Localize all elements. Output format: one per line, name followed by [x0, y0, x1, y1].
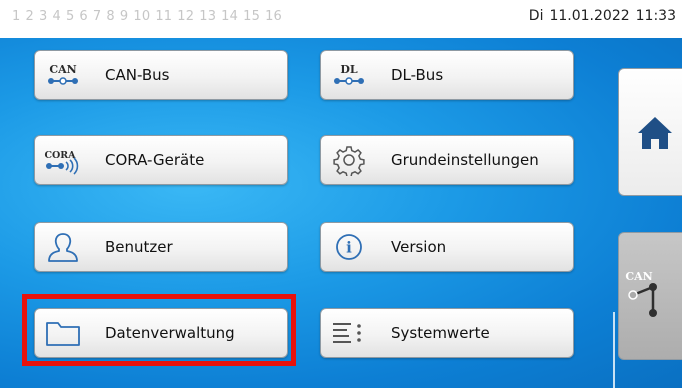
weekday: Di — [528, 8, 544, 24]
scroll-indicator — [613, 312, 615, 388]
page-number[interactable]: 10 — [133, 9, 150, 24]
system-values-label: Systemwerte — [391, 324, 490, 342]
date-time: Di 11.01.2022 11:33 — [529, 8, 676, 24]
page-number[interactable]: 3 — [39, 9, 47, 24]
home-button[interactable] — [618, 68, 682, 196]
page-number[interactable]: 15 — [243, 9, 260, 24]
date: 11.01.2022 — [549, 8, 630, 24]
cora-devices-button[interactable]: CORA CORA-Geräte — [34, 135, 288, 185]
page-number[interactable]: 2 — [25, 9, 33, 24]
page-number[interactable]: 6 — [79, 9, 87, 24]
can-bus-label: CAN-Bus — [105, 66, 170, 84]
svg-text:i: i — [346, 239, 352, 257]
dl-bus-label: DL-Bus — [391, 66, 444, 84]
dl-bus-icon: DL — [334, 63, 364, 85]
svg-text:CAN: CAN — [625, 270, 652, 283]
page-number[interactable]: 8 — [106, 9, 114, 24]
status-bar: 1 2 3 4 5 6 7 8 9 10 11 12 13 14 15 16 Di 11.01.2022 11:3… — [0, 0, 682, 38]
page-number[interactable]: 1 — [12, 9, 20, 24]
page-number[interactable]: 9 — [120, 9, 128, 24]
can-side-button[interactable]: CAN — [618, 232, 682, 360]
version-label: Version — [391, 238, 447, 256]
page-number[interactable]: 4 — [52, 9, 60, 24]
selection-highlight — [22, 294, 296, 366]
can-bus-icon: CAN — [48, 63, 78, 85]
clock: 11:33 — [635, 8, 676, 24]
page-number[interactable]: 13 — [199, 9, 216, 24]
home-icon — [638, 117, 672, 149]
svg-text:CORA: CORA — [44, 150, 76, 161]
page-number[interactable]: 16 — [265, 9, 282, 24]
svg-text:DL: DL — [340, 63, 358, 76]
page-indicator: 1 2 3 4 5 6 7 8 9 10 11 12 13 14 15 16 — [12, 9, 287, 24]
can-bus-button[interactable]: CAN CAN-Bus — [34, 50, 288, 100]
page-number[interactable]: 7 — [93, 9, 101, 24]
cora-devices-icon: CORA — [44, 150, 79, 175]
user-icon — [48, 233, 78, 262]
page-number[interactable]: 11 — [155, 9, 172, 24]
page-number[interactable]: 12 — [177, 9, 194, 24]
users-label: Benutzer — [105, 238, 173, 256]
basic-settings-label: Grundeinstellungen — [391, 151, 539, 169]
page-number[interactable]: 5 — [66, 9, 74, 24]
gear-icon — [333, 146, 365, 176]
dl-bus-button[interactable]: DL DL-Bus — [320, 50, 574, 100]
info-icon: i — [336, 234, 362, 260]
page-number[interactable]: 14 — [221, 9, 238, 24]
basic-settings-button[interactable]: Grundeinstellungen — [320, 135, 574, 185]
users-button[interactable]: Benutzer — [34, 222, 288, 272]
system-values-button[interactable]: Systemwerte — [320, 308, 574, 358]
version-button[interactable]: i Version — [320, 222, 574, 272]
svg-text:CAN: CAN — [49, 63, 76, 76]
cora-devices-label: CORA-Geräte — [105, 151, 205, 169]
can-network-icon: CAN — [625, 270, 657, 317]
list-icon — [333, 323, 361, 343]
